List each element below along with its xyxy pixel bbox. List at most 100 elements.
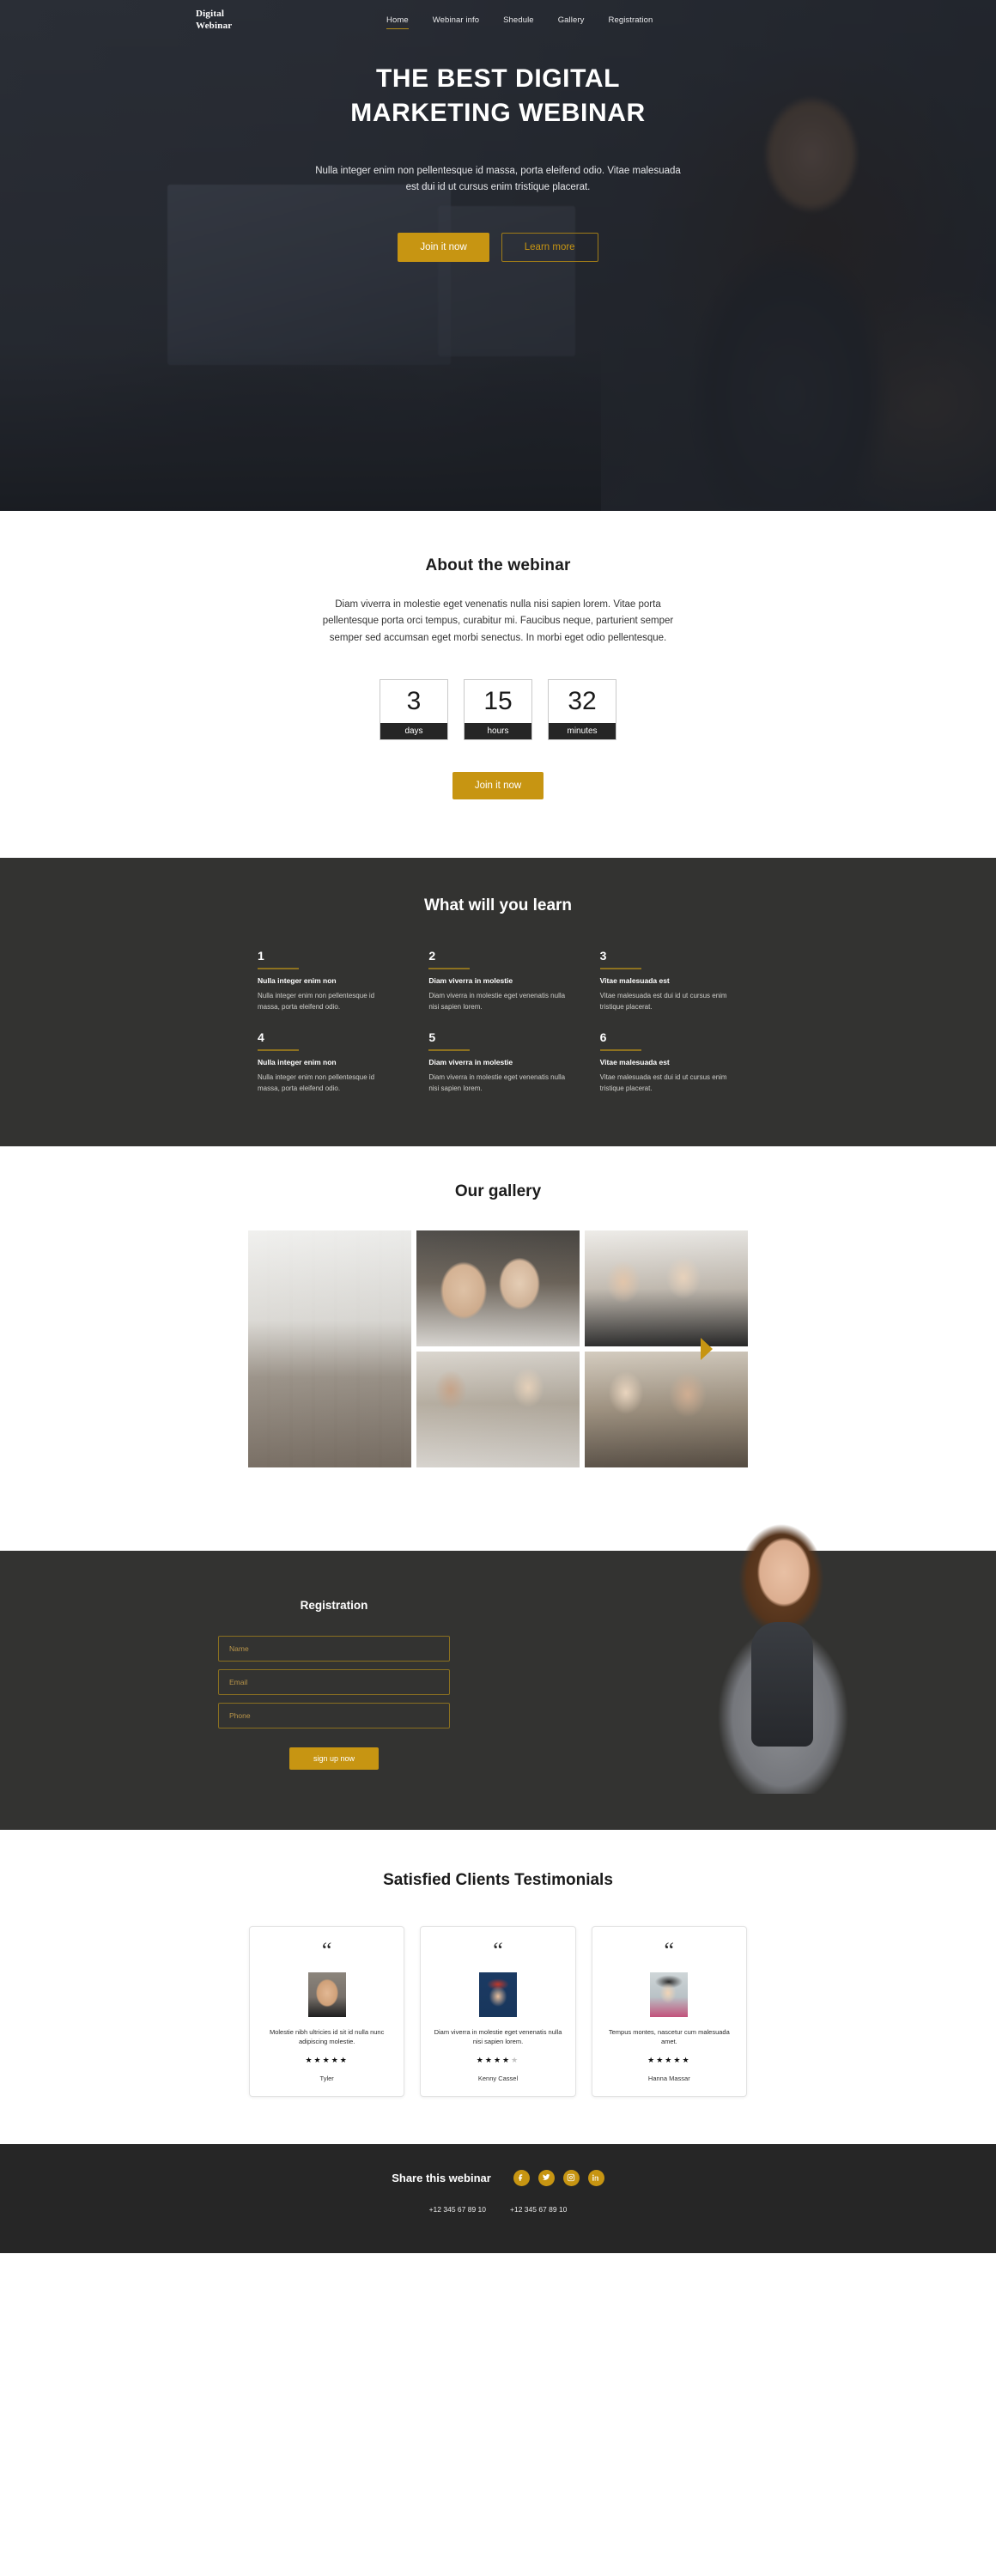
learn-item-heading: Vitae malesuada est [599,1058,670,1067]
gallery-image-4[interactable] [416,1351,580,1467]
learn-grid: 1 Nulla integer enim non Nulla integer e… [258,950,738,1095]
star-filled: ★ [682,2055,691,2064]
rating-stars: ★★★★★ [604,2056,734,2065]
registration-person-torso [751,1621,813,1747]
countdown-box-hours: 15 hours [464,678,532,740]
sign-up-button[interactable]: sign up now [288,1747,380,1770]
gallery-section: Our gallery [0,1145,996,1510]
about-cta-wrap: Join it now [0,771,996,799]
share-label: Share this webinar [392,2171,491,2184]
testimonial-text: Tempus montes, nascetur cum malesuada am… [608,2027,730,2046]
twitter-icon[interactable] [537,2169,555,2186]
hero-section: Digital Webinar Home Webinar info Shedul… [0,0,996,511]
phone-field[interactable] [218,1702,450,1728]
learn-item-number: 3 [599,948,607,963]
about-title: About the webinar [425,556,571,574]
gallery-grid [416,1230,748,1467]
star-filled: ★ [665,2055,674,2064]
learn-item-4: 4 Nulla integer enim non Nulla integer e… [258,1031,396,1094]
hero-join-button[interactable]: Join it now [398,232,489,262]
registration-person-photo [691,1518,876,1794]
testimonial-author: Tyler [319,2074,334,2082]
learn-item-5: 5 Diam viverra in molestie Diam viverra … [428,1031,567,1094]
learn-item-heading: Diam viverra in molestie [428,975,513,985]
star-filled: ★ [313,2055,323,2064]
registration-inner: Registration sign up now [129,1518,876,1794]
star-filled: ★ [502,2055,512,2064]
hero-title-line-1: THE BEST DIGITAL [375,64,621,93]
site-footer: Share this webinar +12 345 67 89 10 +12 … [0,2143,996,2253]
rating-stars: ★★★★★ [262,2056,392,2065]
learn-item-rule [428,967,471,969]
learn-item-heading: Vitae malesuada est [599,975,670,985]
learn-item-2: 2 Diam viverra in molestie Diam viverra … [428,950,567,1012]
learn-item-body: Diam viverra in molestie eget venenatis … [428,991,566,1011]
testimonials-row: “ Molestie nibh ultricies id sit id null… [249,1925,747,2097]
learn-item-heading: Nulla integer enim non [258,975,337,985]
testimonial-card-3: “ Tempus montes, nascetur cum malesuada … [591,1925,747,2097]
hero-learn-more-button[interactable]: Learn more [501,232,598,262]
gallery-image-5[interactable] [585,1351,748,1467]
learn-item-body: Nulla integer enim non pellentesque id m… [258,991,375,1011]
about-join-button[interactable]: Join it now [452,771,544,799]
learn-item-3: 3 Vitae malesuada est Vitae malesuada es… [599,948,738,1012]
registration-title: Registration [300,1598,368,1612]
testimonials-title: Satisfied Clients Testimonials [383,1870,613,1889]
phone-number-1[interactable]: +12 345 67 89 10 [429,2205,486,2214]
learn-item-body: Diam viverra in molestie eget venenatis … [428,1073,566,1093]
star-filled: ★ [305,2055,314,2064]
gallery-image-1[interactable] [248,1230,411,1467]
landing-page: Digital Webinar Home Webinar info Shedul… [0,0,996,2253]
learn-item-heading: Nulla integer enim non [258,1058,337,1067]
quote-icon: “ [664,1937,675,1963]
quote-icon: “ [493,1937,503,1963]
star-filled: ★ [673,2055,683,2064]
registration-form: Registration sign up now [129,1599,498,1770]
learn-item-number: 2 [428,948,436,963]
countdown-days-label: days [380,722,447,739]
gallery-image-2[interactable] [416,1230,580,1346]
quote-icon: “ [321,1937,332,1963]
hero-button-group: Join it now Learn more [0,232,996,262]
email-field[interactable] [218,1668,450,1695]
testimonials-section: Satisfied Clients Testimonials “ Molesti… [0,1829,996,2144]
star-empty: ★ [511,2055,520,2064]
avatar [307,1971,346,2017]
phone-number-2[interactable]: +12 345 67 89 10 [510,2205,567,2214]
facebook-icon[interactable] [513,2169,530,2186]
learn-item-body: Vitae malesuada est dui id ut cursus eni… [599,1073,727,1093]
learn-item-rule [258,967,299,969]
hero-paragraph: Nulla integer enim non pellentesque id m… [315,165,681,192]
learn-item-body: Nulla integer enim non pellentesque id m… [258,1073,375,1093]
learn-item-rule [599,967,641,969]
countdown-minutes-value: 32 [568,686,597,715]
testimonial-author: Hanna Massar [647,2074,690,2082]
star-filled: ★ [476,2055,485,2064]
learn-item-rule [428,1049,471,1052]
arrow-right-icon[interactable] [701,1337,713,1360]
registration-section: Registration sign up now [0,1518,996,1830]
learn-item-6: 6 Vitae malesuada est Vitae malesuada es… [599,1031,738,1094]
testimonial-author: Kenny Cassel [477,2074,519,2082]
star-filled: ★ [339,2055,349,2064]
countdown-hours-label: hours [465,722,531,739]
instagram-icon[interactable] [562,2169,580,2186]
linkedin-icon[interactable] [587,2169,604,2186]
gallery-image-3[interactable] [585,1230,748,1346]
rating-stars: ★★★★★ [433,2056,562,2065]
testimonial-text: Diam viverra in molestie eget venenatis … [434,2027,562,2046]
about-paragraph: Diam viverra in molestie eget venenatis … [322,599,674,643]
countdown-box-minutes: 32 minutes [548,678,616,740]
gallery-title: Our gallery [454,1182,542,1200]
learn-title: What will you learn [423,896,573,914]
star-filled: ★ [656,2055,665,2064]
avatar [478,1971,517,2017]
learn-item-rule [599,1049,641,1052]
learn-item-number: 1 [258,948,264,963]
name-field[interactable] [218,1635,450,1662]
learn-item-1: 1 Nulla integer enim non Nulla integer e… [258,950,396,1012]
star-filled: ★ [322,2055,331,2064]
testimonial-card-1: “ Molestie nibh ultricies id sit id null… [249,1925,405,2097]
learn-section: What will you learn 1 Nulla integer enim… [0,857,996,1146]
learn-item-number: 5 [428,1030,436,1045]
